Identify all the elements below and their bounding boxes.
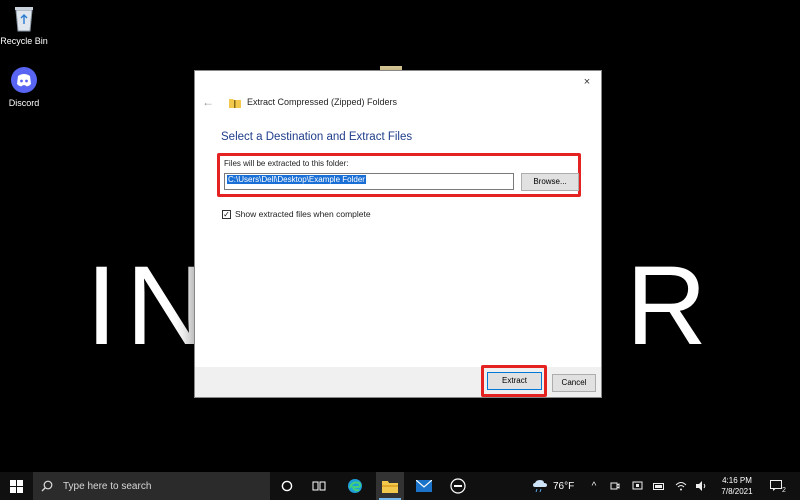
- mail-icon: [416, 480, 432, 492]
- windows-icon: [10, 479, 23, 493]
- wifi-icon: [675, 482, 687, 491]
- desktop: I N R Recycle Bin Discord × ← Extract Co…: [0, 0, 800, 472]
- close-button[interactable]: ×: [579, 75, 595, 89]
- desktop-icon-label: Discord: [8, 98, 40, 108]
- destination-path-value: C:\Users\Dell\Desktop\Example Folder: [227, 175, 366, 184]
- destination-highlight: Files will be extracted to this folder: …: [217, 153, 581, 197]
- show-files-option[interactable]: ✓ Show extracted files when complete: [222, 209, 371, 219]
- discord-icon: [11, 67, 37, 93]
- extract-button[interactable]: Extract: [487, 372, 542, 390]
- destination-path-input[interactable]: C:\Users\Dell\Desktop\Example Folder: [224, 173, 514, 190]
- file-explorer-icon: [382, 480, 398, 493]
- taskbar-search[interactable]: Type here to search: [33, 472, 270, 500]
- recycle-bin-icon: [15, 7, 33, 32]
- show-files-label: Show extracted files when complete: [235, 209, 371, 219]
- cortana-button[interactable]: [276, 472, 298, 500]
- destination-label: Files will be extracted to this folder:: [224, 159, 349, 168]
- taskbar-dell[interactable]: [444, 472, 472, 500]
- desktop-icon-recycle-bin[interactable]: Recycle Bin: [0, 4, 54, 46]
- action-center-button[interactable]: 2: [768, 472, 788, 500]
- show-files-checkbox[interactable]: ✓: [222, 209, 231, 219]
- start-button[interactable]: [0, 472, 33, 500]
- taskbar: Type here to search 76°F ^ 4:16 PM 7/8/2…: [0, 472, 800, 500]
- meet-now-icon: [610, 482, 620, 490]
- weather-widget[interactable]: 76°F: [532, 472, 574, 500]
- weather-temperature: 76°F: [553, 480, 575, 492]
- taskbar-file-explorer[interactable]: [376, 472, 404, 500]
- dialog-heading: Select a Destination and Extract Files: [221, 131, 413, 143]
- tray-teams[interactable]: [608, 472, 622, 500]
- back-arrow-icon[interactable]: ←: [201, 95, 215, 109]
- desktop-icon-discord[interactable]: Discord: [0, 66, 54, 108]
- battery-icon: [653, 482, 664, 490]
- wallpaper-letter: I: [86, 243, 118, 368]
- taskbar-clock[interactable]: 4:16 PM 7/8/2021: [710, 475, 764, 497]
- desktop-icon-label: Recycle Bin: [0, 36, 48, 46]
- dell-icon: [450, 478, 466, 494]
- clock-date: 7/8/2021: [721, 487, 753, 496]
- cortana-icon: [281, 480, 293, 492]
- rain-cloud-icon: [533, 480, 547, 493]
- taskbar-mail[interactable]: [410, 472, 438, 500]
- tray-device[interactable]: [630, 472, 644, 500]
- speaker-icon: [696, 481, 706, 491]
- tray-volume[interactable]: [694, 472, 708, 500]
- zip-folder-icon: [229, 98, 241, 108]
- taskbar-edge[interactable]: [342, 472, 368, 500]
- notification-count: 2: [782, 486, 786, 494]
- browse-button[interactable]: Browse...: [521, 173, 579, 191]
- show-hidden-icons[interactable]: ^: [588, 472, 600, 500]
- task-view-button[interactable]: [306, 472, 332, 500]
- chevron-up-icon: ^: [591, 480, 597, 492]
- dialog-header: ← Extract Compressed (Zipped) Folders: [201, 95, 397, 109]
- device-icon: [632, 481, 642, 490]
- search-placeholder: Type here to search: [63, 480, 152, 492]
- extract-highlight: Extract: [481, 365, 547, 397]
- dialog-window-title: Extract Compressed (Zipped) Folders: [247, 97, 398, 107]
- tray-battery[interactable]: [652, 472, 666, 500]
- wallpaper-letter: R: [626, 243, 707, 368]
- extract-dialog: × ← Extract Compressed (Zipped) Folders …: [194, 70, 602, 398]
- search-icon: [41, 480, 53, 492]
- clock-time: 4:16 PM: [722, 476, 752, 485]
- task-view-icon: [312, 481, 326, 491]
- cancel-button[interactable]: Cancel: [552, 374, 596, 392]
- edge-icon: [348, 479, 362, 493]
- tray-wifi[interactable]: [674, 472, 688, 500]
